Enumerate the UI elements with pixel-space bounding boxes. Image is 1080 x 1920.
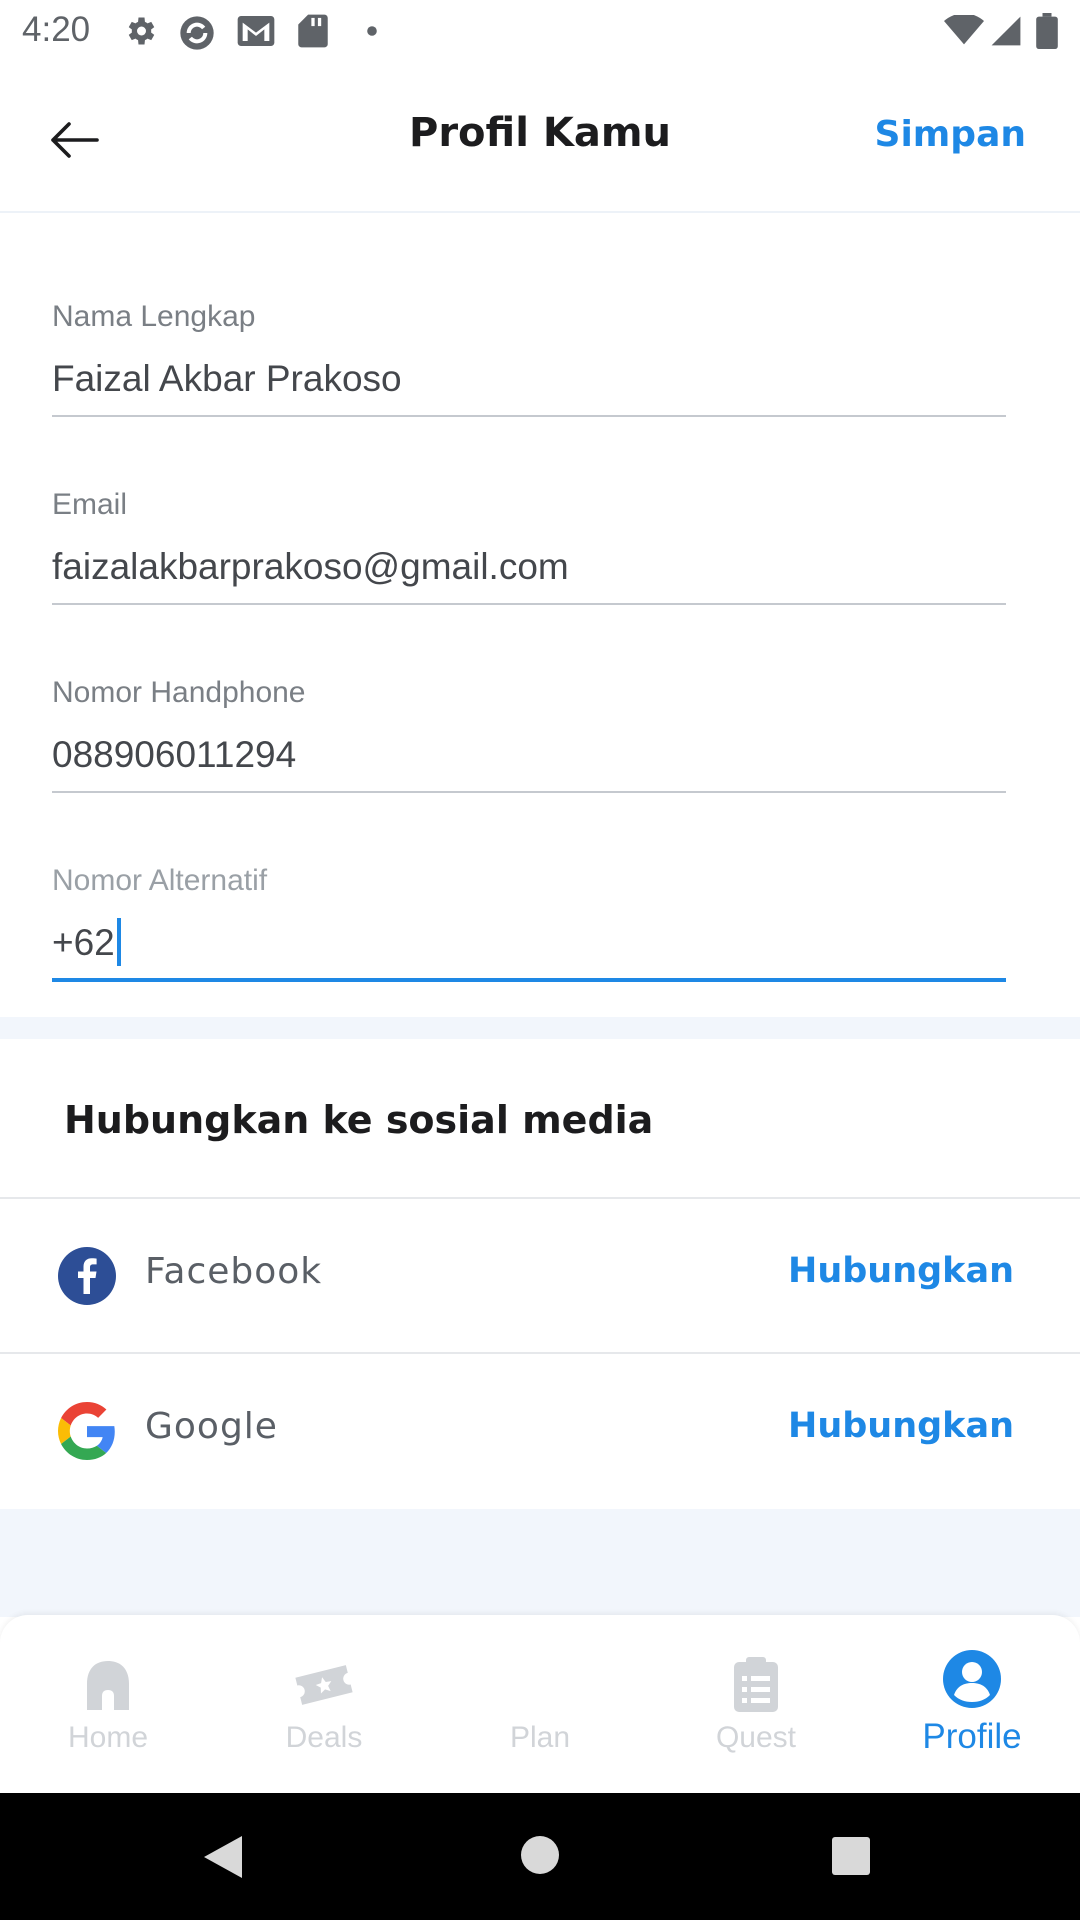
nav-label: Deals xyxy=(285,1721,363,1754)
social-row-google: Google Hubungkan xyxy=(0,1352,1080,1508)
sd-card-icon xyxy=(298,14,328,48)
field-underline xyxy=(52,415,1006,417)
email-field: Email xyxy=(52,485,1006,605)
facebook-icon xyxy=(58,1247,116,1305)
user-circle-icon xyxy=(943,1650,1001,1708)
social-row-facebook: Facebook Hubungkan xyxy=(0,1197,1080,1353)
nav-item-plan[interactable]: Plan xyxy=(432,1615,648,1793)
plan-icon xyxy=(432,1655,648,1715)
wifi-icon xyxy=(944,15,984,45)
system-home-icon[interactable] xyxy=(520,1835,560,1875)
page-background-band xyxy=(0,1509,1080,1617)
gmail-icon xyxy=(237,16,275,46)
app-bar: Profil Kamu Simpan xyxy=(0,66,1080,213)
full-name-field: Nama Lengkap xyxy=(52,297,1006,417)
nav-item-deals[interactable]: Deals xyxy=(216,1615,432,1793)
home-icon xyxy=(87,1661,129,1710)
settings-icon xyxy=(128,17,155,45)
save-button[interactable]: Simpan xyxy=(875,114,1026,155)
system-navigation-bar xyxy=(0,1793,1080,1920)
section-divider xyxy=(0,1017,1080,1039)
nav-label: Plan xyxy=(509,1721,571,1754)
nav-label: Profile xyxy=(922,1717,1022,1756)
google-connect-button[interactable]: Hubungkan xyxy=(788,1406,1014,1446)
nav-item-quest[interactable]: Quest xyxy=(648,1615,864,1793)
nav-item-home[interactable]: Home xyxy=(0,1615,216,1793)
social-section-title: Hubungkan ke sosial media xyxy=(64,1098,654,1142)
clipboard-icon xyxy=(734,1657,778,1712)
field-underline xyxy=(52,603,1006,605)
field-underline xyxy=(52,791,1006,793)
status-time: 4:20 xyxy=(22,10,91,49)
field-label: Nomor Handphone xyxy=(52,676,306,709)
system-recents-icon[interactable] xyxy=(831,1836,871,1876)
alternate-phone-field: Nomor Alternatif +62 xyxy=(52,861,1006,982)
bottom-navigation: Home Deals Plan Quest Profile xyxy=(0,1615,1080,1793)
email-input[interactable] xyxy=(52,545,1006,589)
nav-label: Quest xyxy=(715,1721,797,1754)
signal-icon xyxy=(991,16,1021,46)
battery-icon xyxy=(1036,13,1058,49)
full-name-input[interactable] xyxy=(52,357,1006,401)
facebook-connect-button[interactable]: Hubungkan xyxy=(788,1251,1014,1291)
text-cursor xyxy=(116,918,121,967)
alternate-phone-input[interactable]: +62 xyxy=(52,918,1006,967)
system-back-icon[interactable] xyxy=(200,1833,246,1881)
phone-input[interactable] xyxy=(52,733,1006,777)
sync-icon xyxy=(180,16,214,50)
status-bar: 4:20 xyxy=(0,0,1080,66)
field-label: Email xyxy=(52,488,128,521)
nav-label: Home xyxy=(67,1721,149,1754)
google-icon xyxy=(58,1402,115,1460)
facebook-label: Facebook xyxy=(145,1251,323,1292)
google-label: Google xyxy=(145,1406,278,1447)
field-label: Nama Lengkap xyxy=(52,300,256,333)
dot-icon xyxy=(367,26,377,36)
profile-form: Nama Lengkap Email Nomor Handphone Nomor… xyxy=(0,213,1080,1017)
alternate-phone-value: +62 xyxy=(52,922,115,963)
field-label: Nomor Alternatif xyxy=(52,864,268,897)
ticket-icon xyxy=(295,1665,353,1705)
phone-field: Nomor Handphone xyxy=(52,673,1006,793)
field-underline-focused xyxy=(52,978,1006,982)
nav-item-profile[interactable]: Profile xyxy=(864,1615,1080,1793)
